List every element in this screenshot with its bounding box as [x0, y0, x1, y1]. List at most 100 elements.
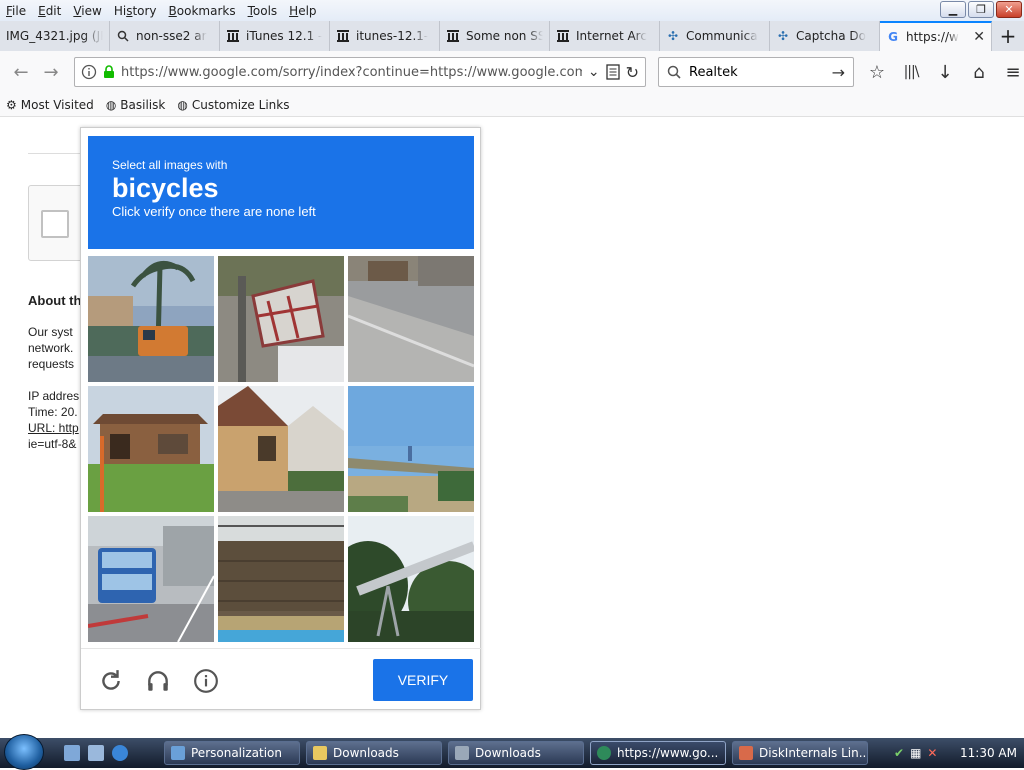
taskbar-button-downloads[interactable]: Downloads — [306, 741, 442, 765]
menu-help[interactable]: Help — [283, 4, 322, 18]
taskbar-label: Downloads — [333, 746, 399, 760]
shield-icon[interactable]: ✔ — [894, 746, 904, 760]
tab-label: Some non SS — [466, 29, 543, 43]
tab-some-non[interactable]: Some non SS — [440, 21, 550, 51]
bookmark-star-icon[interactable]: ☆ — [862, 57, 892, 87]
taskbar-label: Personalization — [191, 746, 282, 760]
home-icon[interactable]: ⌂ — [964, 57, 994, 87]
divider — [28, 153, 88, 154]
bookmark-basilisk[interactable]: ◍ Basilisk — [106, 98, 166, 112]
tab-label: IMG_4321.jpg (JPE — [6, 29, 103, 43]
back-button[interactable]: ← — [6, 57, 36, 87]
tab-itunes[interactable]: iTunes 12.1 - — [220, 21, 330, 51]
reload-challenge-icon[interactable] — [97, 667, 125, 695]
reload-icon[interactable]: ↻ — [626, 63, 639, 82]
audio-challenge-icon[interactable] — [144, 667, 172, 695]
tab-strip: IMG_4321.jpg (JPE non-sse2 ar iTunes 12.… — [0, 21, 1024, 51]
menu-bar: File Edit View History Bookmarks Tools H… — [0, 0, 1024, 21]
bookmarks-toolbar: ⚙ Most Visited ◍ Basilisk ◍ Customize Links — [0, 93, 1024, 117]
search-icon — [667, 65, 681, 79]
menu-edit[interactable]: Edit — [32, 4, 67, 18]
image-tile[interactable] — [88, 516, 214, 642]
url-bar[interactable]: https://www.google.com/sorry/index?conti… — [74, 57, 646, 87]
ie-icon[interactable] — [112, 745, 128, 761]
window-controls: ▁ ❐ ✕ — [940, 1, 1022, 18]
tab-label: non-sse2 ar — [136, 29, 207, 43]
bookmark-most-visited[interactable]: ⚙ Most Visited — [6, 98, 94, 112]
app-icon — [739, 746, 753, 760]
page-link[interactable]: URL: http — [28, 420, 79, 436]
tab-itunes-2[interactable]: itunes-12.1- — [330, 21, 440, 51]
show-desktop-icon[interactable] — [64, 745, 80, 761]
minimize-button[interactable]: ▁ — [940, 1, 966, 18]
challenge-footer: VERIFY — [81, 648, 482, 710]
taskbar-button-personalization[interactable]: Personalization — [164, 741, 300, 765]
page-line: network. — [28, 341, 74, 355]
image-tile[interactable] — [218, 256, 344, 382]
tab-communica[interactable]: ✣ Communica — [660, 21, 770, 51]
tab-img[interactable]: IMG_4321.jpg (JPE — [0, 21, 110, 51]
taskbar-button-downloads-2[interactable]: Downloads — [448, 741, 584, 765]
image-grid — [88, 256, 474, 642]
tab-search[interactable]: non-sse2 ar — [110, 21, 220, 51]
close-tab-icon[interactable]: ✕ — [973, 29, 985, 45]
taskbar-label: https://www.go... — [617, 746, 719, 760]
menu-bookmarks[interactable]: Bookmarks — [163, 4, 242, 18]
recaptcha-checkbox[interactable] — [41, 210, 69, 238]
info-icon[interactable] — [192, 667, 220, 695]
verify-button[interactable]: VERIFY — [373, 659, 473, 701]
image-tile[interactable] — [348, 386, 474, 512]
tab-captcha[interactable]: ✣ Captcha Do — [770, 21, 880, 51]
start-button[interactable] — [4, 734, 44, 770]
archive-icon — [446, 29, 460, 43]
folder-icon — [313, 746, 327, 760]
bookmark-customize-links[interactable]: ◍ Customize Links — [177, 98, 289, 112]
new-tab-button[interactable]: + — [992, 21, 1024, 51]
forward-button[interactable]: → — [36, 57, 66, 87]
taskbar-label: DiskInternals Lin... — [759, 746, 868, 760]
network-icon[interactable]: ▦ — [910, 746, 921, 760]
menu-view[interactable]: View — [67, 4, 107, 18]
menu-history[interactable]: History — [108, 4, 163, 18]
target-word: bicycles — [112, 173, 219, 203]
image-tile[interactable] — [348, 516, 474, 642]
hamburger-menu-icon[interactable]: ≡ — [998, 57, 1024, 87]
clock[interactable]: 11:30 AM — [960, 746, 1017, 760]
bookmark-label: Most Visited — [20, 97, 94, 112]
image-tile[interactable] — [348, 256, 474, 382]
image-tile[interactable] — [88, 386, 214, 512]
search-bar[interactable]: → — [658, 57, 854, 87]
url-text[interactable]: https://www.google.com/sorry/index?conti… — [121, 65, 582, 80]
menu-file[interactable]: File — [0, 4, 32, 18]
tab-internet-archive[interactable]: Internet Arc — [550, 21, 660, 51]
chevron-down-icon[interactable]: ⌄ — [588, 64, 600, 80]
restore-button[interactable]: ❐ — [968, 1, 994, 18]
taskbar-button-diskinternals[interactable]: DiskInternals Lin... — [732, 741, 868, 765]
switch-windows-icon[interactable] — [88, 745, 104, 761]
page-line: Our syst — [28, 325, 73, 339]
subtitle-text: Click verify once there are none left — [112, 204, 316, 219]
recaptcha-challenge: Select all images with bicycles Click ve… — [80, 127, 482, 710]
gear-icon: ⚙ — [6, 97, 17, 112]
globe-icon: ◍ — [105, 97, 117, 112]
instruction-text: Select all images with — [112, 158, 228, 172]
menu-tools[interactable]: Tools — [242, 4, 284, 18]
tab-label: itunes-12.1- — [356, 29, 429, 43]
window-icon — [171, 746, 185, 760]
lock-icon — [103, 65, 115, 79]
downloads-icon[interactable]: ↓ — [930, 57, 960, 87]
reader-view-icon[interactable] — [605, 64, 620, 80]
volume-muted-icon[interactable]: ✕ — [927, 746, 937, 760]
search-go-icon[interactable]: → — [832, 63, 845, 82]
search-input[interactable] — [689, 64, 824, 80]
image-tile[interactable] — [88, 256, 214, 382]
library-icon[interactable]: |||\ — [896, 57, 926, 87]
image-tile[interactable] — [218, 386, 344, 512]
info-icon[interactable] — [81, 64, 97, 80]
challenge-header: Select all images with bicycles Click ve… — [88, 136, 474, 249]
taskbar-button-browser[interactable]: https://www.go... — [590, 741, 726, 765]
image-tile[interactable] — [218, 516, 344, 642]
close-window-button[interactable]: ✕ — [996, 1, 1022, 18]
tab-google-active[interactable]: Ghttps://w ✕ — [880, 21, 992, 51]
system-tray: ✔ ▦ ✕ — [888, 738, 937, 768]
